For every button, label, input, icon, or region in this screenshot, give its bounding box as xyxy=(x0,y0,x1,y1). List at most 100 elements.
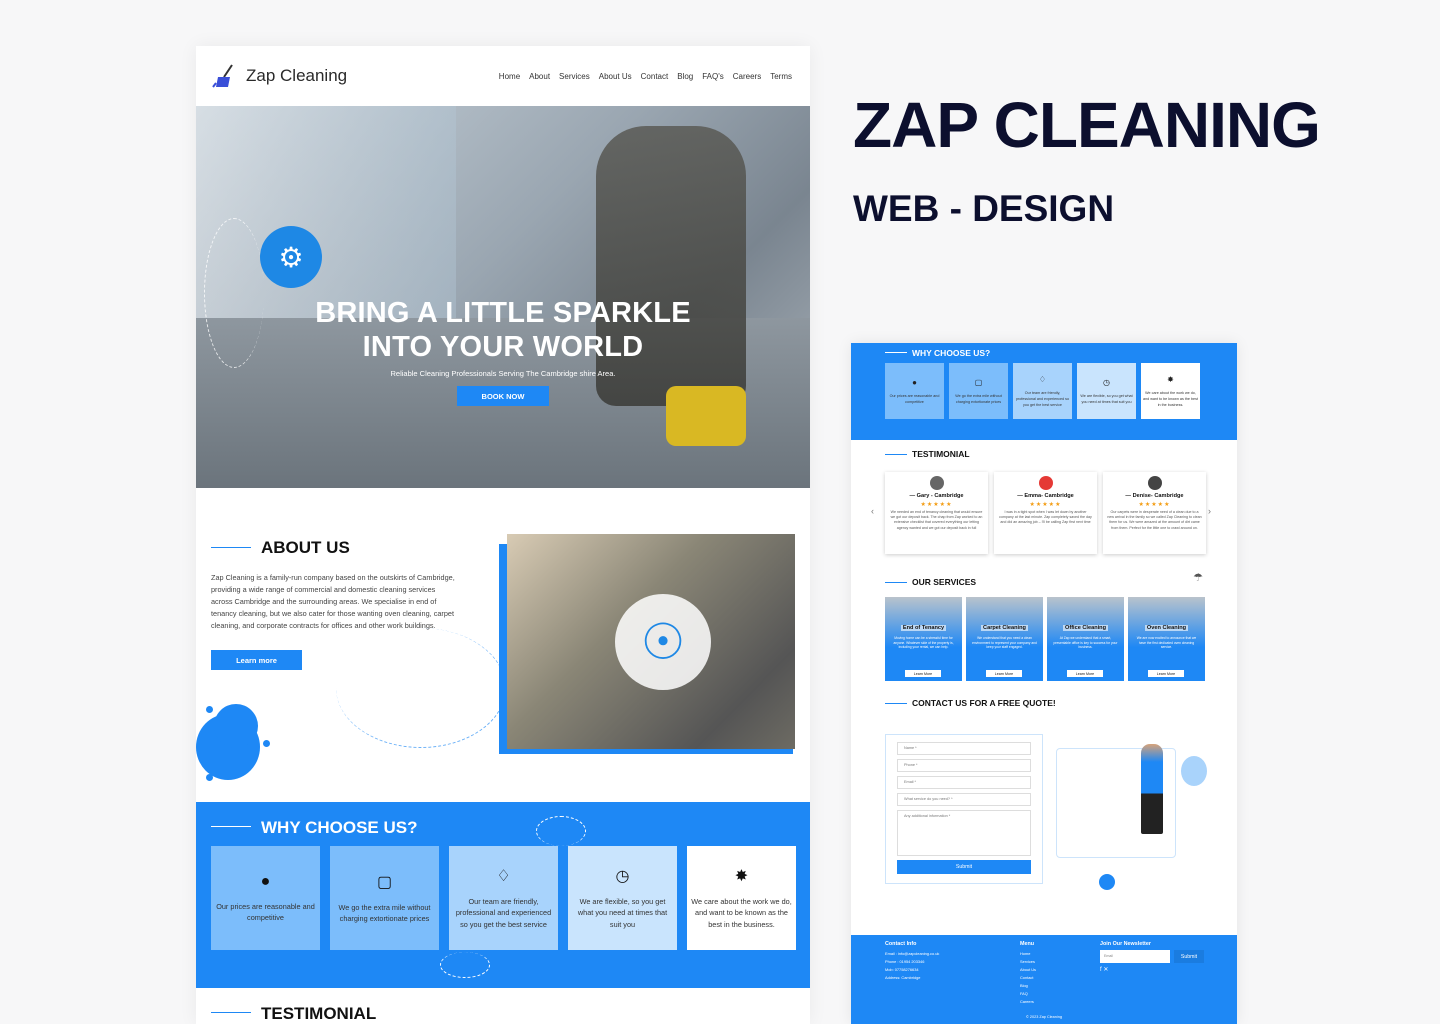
footer-address: Address: Cambridge xyxy=(885,975,921,980)
menu-terms[interactable]: Terms xyxy=(770,72,792,81)
footer-menu: Menu Home Services About Us Contact Blog… xyxy=(1020,941,1036,1006)
testimonial-card: — Denise- Cambridge ★★★★★ Our carpets we… xyxy=(1103,472,1206,554)
book-now-button[interactable]: BOOK NOW xyxy=(457,386,549,406)
about-heading-line xyxy=(211,547,251,548)
why-card-text: Our prices are reasonable and competitiv… xyxy=(216,901,315,923)
learn-more-button[interactable]: Learn more xyxy=(211,650,302,670)
service-field[interactable]: What service do you need? * xyxy=(897,793,1031,806)
website-mockup-secondary: WHY CHOOSE US? ● Our prices are reasonabl… xyxy=(851,343,1237,1024)
testimonial-author: — Emma- Cambridge xyxy=(1017,493,1074,499)
dot-decoration xyxy=(206,706,213,713)
footer-link[interactable]: Contact xyxy=(1020,974,1036,982)
blob-decoration-2 xyxy=(214,704,258,748)
menu-about[interactable]: About xyxy=(529,72,550,81)
hero-section: ⚙ BRING A LITTLE SPARKLE INTO YOUR WORLD … xyxy=(196,106,810,488)
contact-section: CONTACT US FOR A FREE QUOTE! Name * Phon… xyxy=(851,696,1237,929)
newsletter-submit-button[interactable]: Submit xyxy=(1174,950,1204,963)
contact-heading-line xyxy=(885,703,907,704)
menu-contact[interactable]: Contact xyxy=(641,72,669,81)
service-card: Carpet Cleaning We understand that you ne… xyxy=(966,597,1043,681)
name-field[interactable]: Name * xyxy=(897,742,1031,755)
x-icon[interactable]: ✕ xyxy=(1103,967,1108,973)
why-cards: ● Our prices are reasonable and competiti… xyxy=(885,363,1200,419)
facebook-icon[interactable]: f xyxy=(1100,967,1102,973)
why-card-text: Our team are friendly, professional and … xyxy=(455,896,552,929)
menu-services[interactable]: Services xyxy=(559,72,590,81)
star-rating: ★★★★★ xyxy=(1138,502,1171,508)
menu-faqs[interactable]: FAQ's xyxy=(702,72,724,81)
hero-headline: BRING A LITTLE SPARKLE INTO YOUR WORLD xyxy=(196,296,810,364)
broom-icon xyxy=(212,64,233,88)
learn-more-button[interactable]: Learn More xyxy=(1148,670,1184,677)
services-heading: OUR SERVICES xyxy=(912,577,977,587)
clock-hand-icon: ◷ xyxy=(615,867,630,885)
footer-link[interactable]: Careers xyxy=(1020,998,1036,1006)
footer-phone: Phone : 01954 203346 xyxy=(885,959,925,964)
learn-more-button[interactable]: Learn More xyxy=(905,670,941,677)
blob-decoration xyxy=(1099,874,1115,890)
service-cards: End of Tenancy Moving home can be a stres… xyxy=(885,597,1205,681)
clock-hand-icon: ◷ xyxy=(1103,377,1110,387)
why-card-text: We are flexible, so you get what you nee… xyxy=(1080,393,1133,404)
footer-link[interactable]: Blog xyxy=(1020,982,1036,990)
service-name: Oven Cleaning xyxy=(1144,625,1189,631)
footer-link[interactable]: Services xyxy=(1020,958,1036,966)
presentation-subtitle: WEB - DESIGN xyxy=(853,188,1115,229)
footer-link[interactable]: Home xyxy=(1020,950,1036,958)
cleaning-cart-icon: ☂ xyxy=(1193,572,1203,584)
menu-careers[interactable]: Careers xyxy=(733,72,761,81)
why-card: ♢ Our team are friendly, professional and… xyxy=(1013,363,1072,419)
why-card: ▢ We go the extra mile without charging e… xyxy=(330,846,439,950)
why-card: ◷ We are flexible, so you get what you ne… xyxy=(1077,363,1136,419)
why-heading-line xyxy=(885,352,907,353)
chevron-left-icon[interactable]: ‹ xyxy=(871,506,874,516)
navbar: Zap Cleaning Home About Services About U… xyxy=(196,46,810,106)
service-card: End of Tenancy Moving home can be a stres… xyxy=(885,597,962,681)
phone-field[interactable]: Phone * xyxy=(897,759,1031,772)
learn-more-button[interactable]: Learn More xyxy=(1067,670,1103,677)
star-rating: ★★★★★ xyxy=(920,502,953,508)
menu-home[interactable]: Home xyxy=(499,72,520,81)
quote-form: Name * Phone * Email * What service do y… xyxy=(885,734,1043,884)
service-desc: Moving home can be a stressful time for … xyxy=(893,636,954,650)
why-card: ✸ We care about the work we do, and want … xyxy=(687,846,796,950)
menu-about-us[interactable]: About Us xyxy=(599,72,632,81)
why-card-text: We go the extra mile without charging ex… xyxy=(338,902,431,924)
brand-logo[interactable]: Zap Cleaning xyxy=(212,63,347,89)
footer-contact: Contact Info Email : info@zapcleaning.co… xyxy=(885,941,939,982)
hero-cleaner-photo xyxy=(596,126,746,406)
learn-more-button[interactable]: Learn More xyxy=(986,670,1022,677)
dot-decoration xyxy=(206,774,213,781)
why-card-text: Our prices are reasonable and competitiv… xyxy=(889,393,940,404)
services-section: OUR SERVICES ☂ End of Tenancy Moving home… xyxy=(851,572,1237,696)
why-heading-line xyxy=(211,826,251,827)
email-field[interactable]: Email * xyxy=(897,776,1031,789)
avatar xyxy=(1147,476,1162,490)
testimonial-author: — Denise- Cambridge xyxy=(1125,493,1184,499)
info-field[interactable]: Any additional information * xyxy=(897,810,1031,856)
why-choose-us-section: WHY CHOOSE US? ● Our prices are reasonabl… xyxy=(196,802,810,988)
service-card: Office Cleaning At Zap we understand that… xyxy=(1047,597,1124,681)
dashed-curve-decoration xyxy=(336,628,506,748)
menu-blog[interactable]: Blog xyxy=(677,72,693,81)
footer-menu-heading: Menu xyxy=(1020,941,1035,947)
service-name: End of Tenancy xyxy=(900,625,947,631)
network-icon: ✸ xyxy=(1167,374,1174,384)
why-card-text: We care about the work we do, and want t… xyxy=(1143,390,1198,407)
submit-button[interactable]: Submit xyxy=(897,860,1031,874)
chevron-right-icon[interactable]: › xyxy=(1208,506,1211,516)
footer-link[interactable]: FAQ xyxy=(1020,990,1036,998)
footer-link[interactable]: About Us xyxy=(1020,966,1036,974)
money-hand-icon: ● xyxy=(912,377,917,387)
hero-headline-line-2: INTO YOUR WORLD xyxy=(362,331,644,363)
why-card-text: Our team are friendly, professional and … xyxy=(1015,390,1070,407)
services-heading-line xyxy=(885,582,907,583)
why-card: ♢ Our team are friendly, professional and… xyxy=(449,846,558,950)
about-photo: ☉ xyxy=(507,534,795,749)
copyright: © 2023 Zap Cleaning xyxy=(1026,1015,1062,1019)
cleaner-icon: ⚙ xyxy=(260,226,322,288)
newsletter-heading: Join Our Newsletter xyxy=(1100,941,1151,947)
newsletter-email-input[interactable]: Email xyxy=(1100,950,1170,963)
why-card: ● Our prices are reasonable and competiti… xyxy=(211,846,320,950)
plant-illustration xyxy=(1181,756,1207,786)
